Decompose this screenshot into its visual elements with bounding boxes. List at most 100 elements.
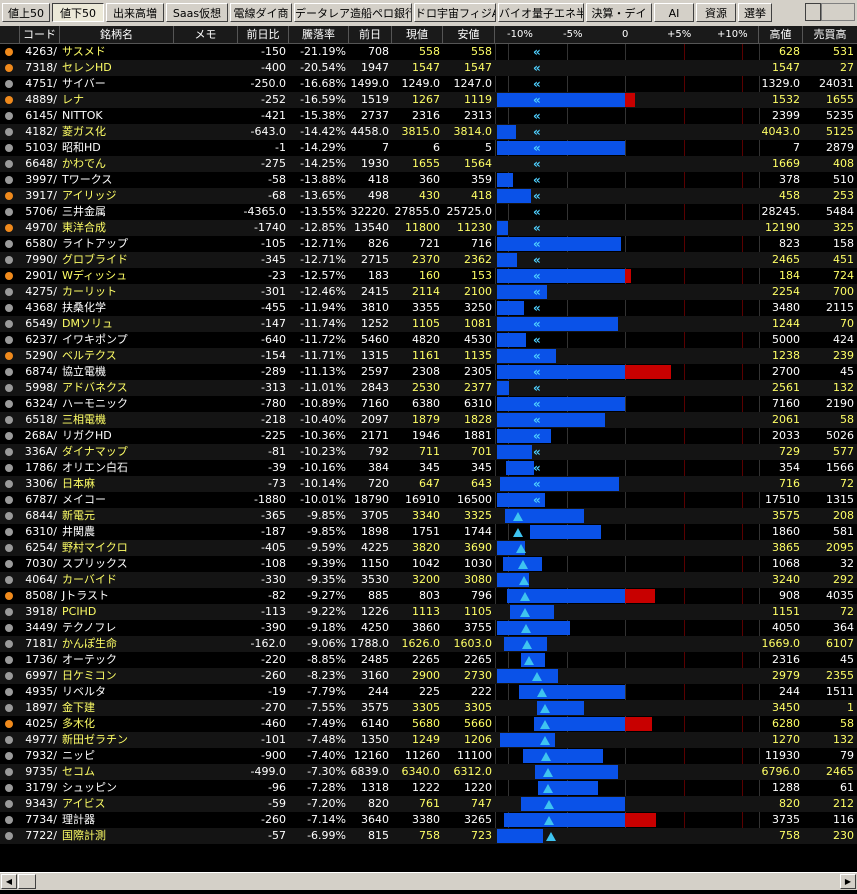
cell-code[interactable]: 6580/ <box>20 236 60 252</box>
cell-name[interactable]: 三井金属 <box>60 204 174 220</box>
cell-name[interactable]: 昭和HD <box>60 140 174 156</box>
table-row[interactable]: 6310/井関農 -187 -9.85% 1898 1751 1744 1860 581 <box>0 524 857 540</box>
cell-name[interactable]: PCIHD <box>60 604 174 620</box>
header-rate[interactable]: 騰落率 <box>289 26 349 43</box>
cell-memo[interactable] <box>174 92 238 108</box>
cell-name[interactable]: Tワークス <box>60 172 174 188</box>
cell-memo[interactable] <box>174 268 238 284</box>
cell-memo[interactable] <box>174 380 238 396</box>
cell-code[interactable]: 7722/ <box>20 828 60 844</box>
tab-6[interactable]: ドロ宇宙フィジAI <box>414 3 496 22</box>
cell-code[interactable]: 1786/ <box>20 460 60 476</box>
cell-memo[interactable] <box>174 636 238 652</box>
table-row[interactable]: 4368/扶桑化学 -455 -11.94% 3810 3355 3250 3480 2115… <box>0 300 857 316</box>
cell-name[interactable]: アドバネクス <box>60 380 174 396</box>
tab-2[interactable]: 出来高増 <box>106 3 164 22</box>
cell-code[interactable]: 7318/ <box>20 60 60 76</box>
header-code[interactable]: コード <box>20 26 60 43</box>
table-row[interactable]: 3918/PCIHD -113 -9.22% 1226 1113 1105 1151 72 <box>0 604 857 620</box>
cell-name[interactable]: 日ケミコン <box>60 668 174 684</box>
cell-code[interactable]: 4751/ <box>20 76 60 92</box>
cell-memo[interactable] <box>174 428 238 444</box>
cell-name[interactable]: 菱ガス化 <box>60 124 174 140</box>
cell-name[interactable]: 新田ゼラチン <box>60 732 174 748</box>
table-row[interactable]: 6874/協立電機 -289 -11.13% 2597 2308 2305 2700 45 « <box>0 364 857 380</box>
tab-4[interactable]: 電線ダイ商 <box>230 3 292 22</box>
table-row[interactable]: 6580/ライトアップ -105 -12.71% 826 721 716 823 158 « <box>0 236 857 252</box>
cell-name[interactable]: ハーモニック <box>60 396 174 412</box>
table-row[interactable]: 3306/日本麻 -73 -10.14% 720 647 643 716 72 « <box>0 476 857 492</box>
cell-code[interactable]: 5103/ <box>20 140 60 156</box>
cell-code[interactable]: 6254/ <box>20 540 60 556</box>
cell-name[interactable]: サスメド <box>60 44 174 60</box>
cell-memo[interactable] <box>174 796 238 812</box>
cell-name[interactable]: カーバイド <box>60 572 174 588</box>
table-row[interactable]: 2901/Wディッシュ -23 -12.57% 183 160 153 184 724 « <box>0 268 857 284</box>
cell-memo[interactable] <box>174 652 238 668</box>
tab-8[interactable]: 決算・デイ <box>586 3 652 22</box>
cell-code[interactable]: 7734/ <box>20 812 60 828</box>
table-row[interactable]: 4275/カーリット -301 -12.46% 2415 2114 2100 2254 700… <box>0 284 857 300</box>
cell-memo[interactable] <box>174 748 238 764</box>
cell-name[interactable]: 井関農 <box>60 524 174 540</box>
cell-code[interactable]: 5998/ <box>20 380 60 396</box>
tab-10[interactable]: 資源 <box>696 3 736 22</box>
cell-name[interactable]: 東洋合成 <box>60 220 174 236</box>
header-change[interactable]: 前日比 <box>238 26 289 43</box>
cell-code[interactable]: 5290/ <box>20 348 60 364</box>
table-row[interactable]: 4977/新田ゼラチン -101 -7.48% 1350 1249 1206 1270 132 <box>0 732 857 748</box>
cell-name[interactable]: 三相電機 <box>60 412 174 428</box>
cell-name[interactable]: 協立電機 <box>60 364 174 380</box>
cell-code[interactable]: 268A/ <box>20 428 60 444</box>
cell-memo[interactable] <box>174 668 238 684</box>
table-row[interactable]: 7030/スプリックス -108 -9.39% 1150 1042 1030 1068 32 <box>0 556 857 572</box>
cell-name[interactable]: NITTOK <box>60 108 174 124</box>
table-row[interactable]: 6518/三相電機 -218 -10.40% 2097 1879 1828 2061 58 « <box>0 412 857 428</box>
table-row[interactable]: 4025/多木化 -460 -7.49% 6140 5680 5660 6280 58 <box>0 716 857 732</box>
cell-code[interactable]: 4263/ <box>20 44 60 60</box>
cell-code[interactable]: 7030/ <box>20 556 60 572</box>
cell-memo[interactable] <box>174 188 238 204</box>
cell-code[interactable]: 1897/ <box>20 700 60 716</box>
cell-code[interactable]: 6787/ <box>20 492 60 508</box>
cell-name[interactable]: シュッピン <box>60 780 174 796</box>
table-row[interactable]: 7722/国際計測 -57 -6.99% 815 758 723 758 230 <box>0 828 857 844</box>
table-row[interactable]: 4263/サスメド -150 -21.19% 708 558 558 628 531 « <box>0 44 857 60</box>
cell-name[interactable]: 金下建 <box>60 700 174 716</box>
table-row[interactable]: 7734/理計器 -260 -7.14% 3640 3380 3265 3735 116 <box>0 812 857 828</box>
scroll-left-button[interactable]: ◀ <box>1 874 17 889</box>
horizontal-scrollbar[interactable]: ◀ ▶ <box>0 872 857 890</box>
tab-5[interactable]: データレア造船ペロ銀行 <box>294 3 412 22</box>
tab-1[interactable]: 値下50 <box>52 3 104 22</box>
scroll-right-button[interactable]: ▶ <box>840 874 856 889</box>
cell-name[interactable]: レナ <box>60 92 174 108</box>
cell-memo[interactable] <box>174 764 238 780</box>
cell-memo[interactable] <box>174 284 238 300</box>
cell-name[interactable]: 多木化 <box>60 716 174 732</box>
table-row[interactable]: 7932/ニッピ -900 -7.40% 12160 11260 11100 11930 79 <box>0 748 857 764</box>
cell-code[interactable]: 3306/ <box>20 476 60 492</box>
cell-name[interactable]: リベルタ <box>60 684 174 700</box>
cell-memo[interactable] <box>174 108 238 124</box>
cell-memo[interactable] <box>174 492 238 508</box>
cell-code[interactable]: 4064/ <box>20 572 60 588</box>
cell-code[interactable]: 6549/ <box>20 316 60 332</box>
cell-name[interactable]: かんぽ生命 <box>60 636 174 652</box>
cell-code[interactable]: 5706/ <box>20 204 60 220</box>
header-memo[interactable]: メモ <box>174 26 238 43</box>
table-row[interactable]: 9343/アイビス -59 -7.20% 820 761 747 820 212 <box>0 796 857 812</box>
tab-9[interactable]: AI <box>654 3 694 22</box>
cell-name[interactable]: セコム <box>60 764 174 780</box>
cell-code[interactable]: 7990/ <box>20 252 60 268</box>
table-row[interactable]: 9735/セコム -499.0 -7.30% 6839.0 6340.0 6312.0 67… <box>0 764 857 780</box>
table-row[interactable]: 336A/ダイナマップ -81 -10.23% 792 711 701 729 577 « <box>0 444 857 460</box>
table-row[interactable]: 6648/かわでん -275 -14.25% 1930 1655 1564 1669 408 « <box>0 156 857 172</box>
header-low[interactable]: 安値 <box>443 26 495 43</box>
cell-code[interactable]: 4889/ <box>20 92 60 108</box>
cell-code[interactable]: 3997/ <box>20 172 60 188</box>
tab-scroll-thumb[interactable] <box>805 3 821 21</box>
table-row[interactable]: 4970/東洋合成 -1740 -12.85% 13540 11800 11230 1219… <box>0 220 857 236</box>
cell-name[interactable]: イワキポンプ <box>60 332 174 348</box>
cell-name[interactable]: かわでん <box>60 156 174 172</box>
tab-3[interactable]: Saas仮想 <box>166 3 228 22</box>
